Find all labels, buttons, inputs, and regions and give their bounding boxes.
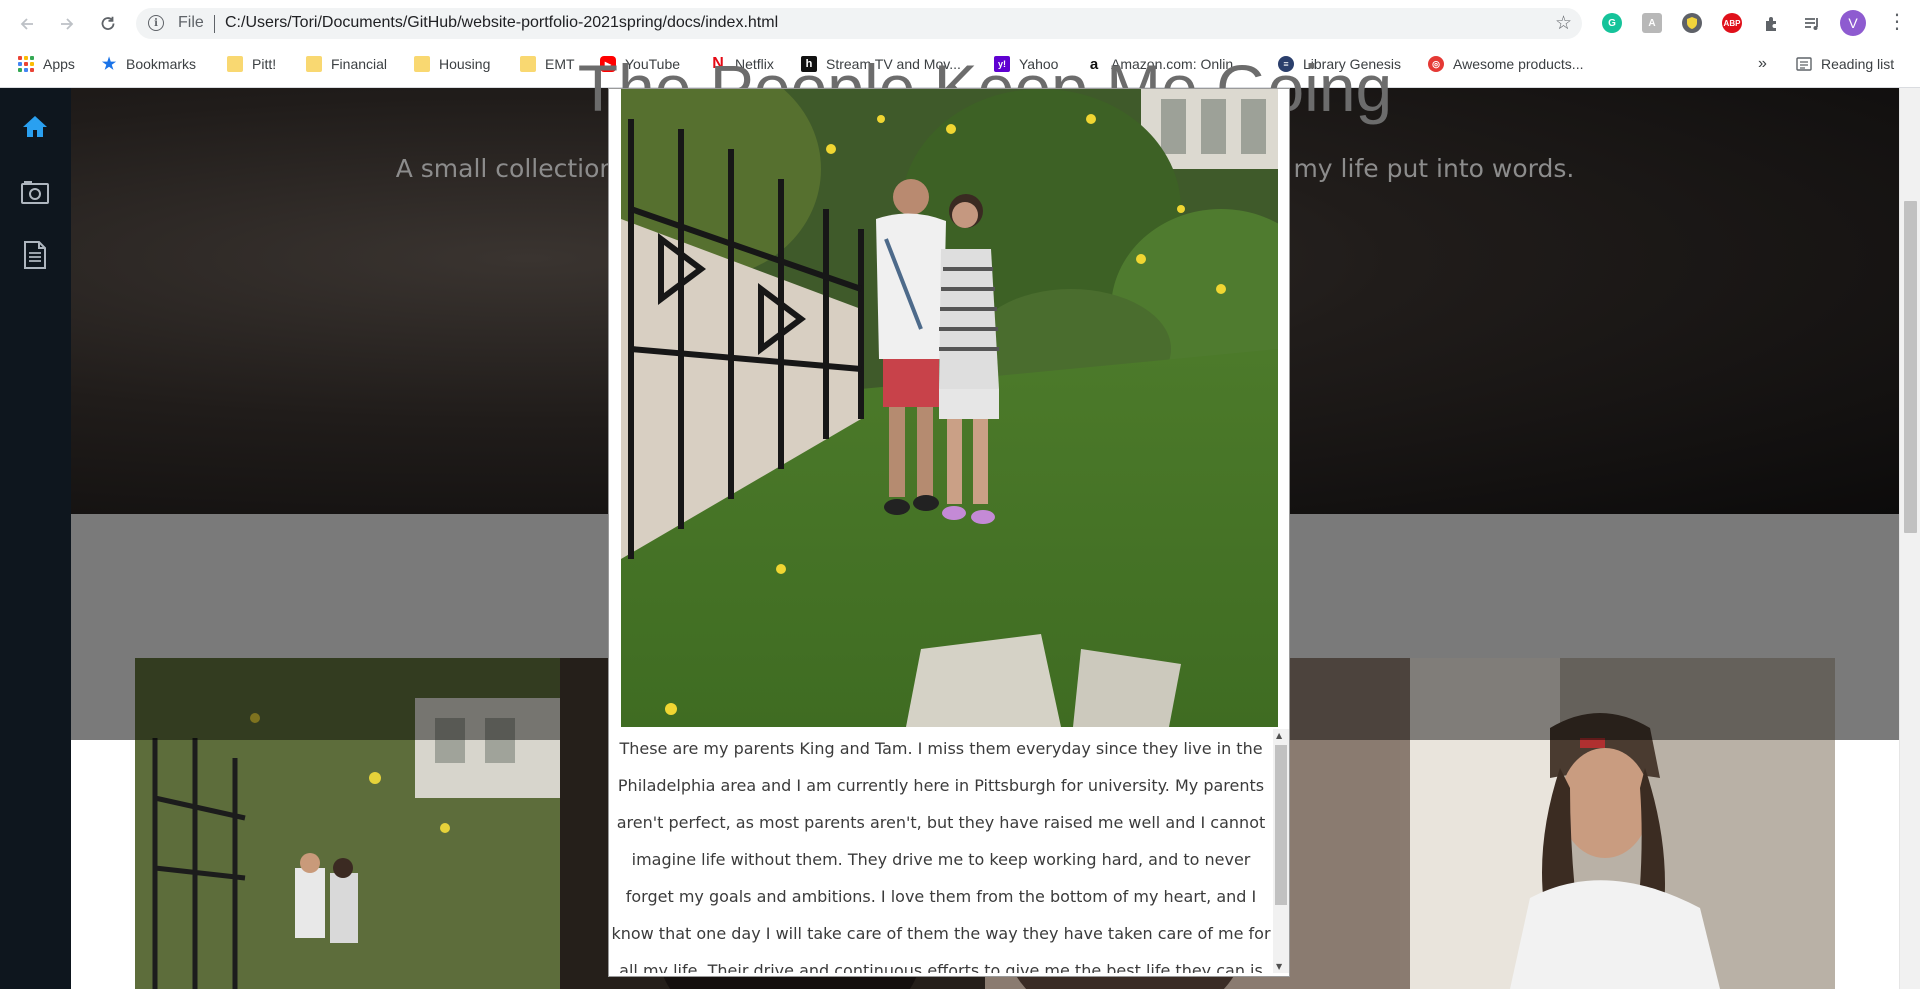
photo-icon[interactable]	[20, 177, 50, 207]
reload-icon[interactable]	[95, 11, 121, 37]
profile-avatar[interactable]: V	[1840, 10, 1866, 36]
url-scheme: File	[178, 14, 204, 31]
forward-arrow-icon[interactable]	[54, 11, 80, 37]
extensions-puzzle-icon[interactable]	[1759, 11, 1785, 37]
url-text[interactable]: C:/Users/Tori/Documents/GitHub/website-p…	[225, 14, 778, 32]
adblock-icon[interactable]: ABP	[1722, 13, 1742, 33]
scroll-up-arrow-icon[interactable]: ▲	[1276, 731, 1282, 740]
back-arrow-icon[interactable]	[14, 11, 40, 37]
bookmark-star-icon[interactable]: ☆	[1555, 12, 1572, 34]
gallery-dim-overlay	[1410, 658, 1835, 740]
modal-scrollbar-thumb[interactable]	[1275, 745, 1287, 905]
apps-grid-icon	[18, 56, 34, 72]
browser-menu-icon[interactable]: ⋮	[1887, 11, 1907, 31]
browser-toolbar: i File C:/Users/Tori/Documents/GitHub/we…	[0, 0, 1920, 47]
document-icon[interactable]	[20, 240, 50, 270]
url-separator	[214, 15, 215, 33]
gallery-photo-man[interactable]	[1410, 658, 1835, 989]
grammarly-icon[interactable]: G	[1602, 13, 1622, 33]
modal-caption-scrollbar[interactable]: ▲ ▼	[1273, 729, 1289, 973]
gallery-photo-parents[interactable]	[135, 658, 560, 989]
modal-caption: These are my parents King and Tam. I mis…	[609, 729, 1273, 973]
page-scrollbar[interactable]	[1899, 88, 1920, 989]
address-bar[interactable]: i File C:/Users/Tori/Documents/GitHub/we…	[136, 8, 1582, 39]
bookmark-apps[interactable]: Apps	[18, 55, 75, 73]
modal-caption-text: These are my parents King and Tam. I mis…	[611, 739, 1271, 973]
shield-extension-icon[interactable]	[1682, 13, 1702, 33]
home-icon[interactable]	[20, 111, 50, 141]
scroll-down-arrow-icon[interactable]: ▼	[1276, 962, 1282, 971]
photo-modal: These are my parents King and Tam. I mis…	[608, 88, 1290, 977]
site-info-icon[interactable]: i	[148, 15, 164, 31]
extension-gray-icon[interactable]: A	[1642, 13, 1662, 33]
media-queue-icon[interactable]	[1799, 11, 1825, 37]
modal-photo-parents	[621, 89, 1278, 727]
gallery-dim-overlay	[135, 658, 560, 740]
site-sidebar	[0, 88, 71, 989]
page-scrollbar-thumb[interactable]	[1904, 201, 1917, 533]
